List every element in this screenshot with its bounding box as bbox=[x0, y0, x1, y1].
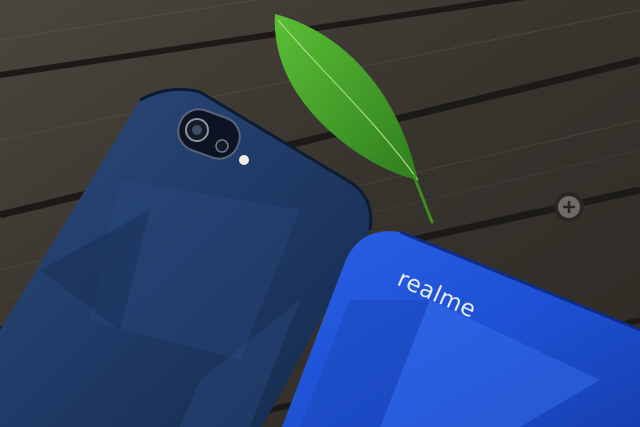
photo-scene: realme bbox=[0, 0, 640, 427]
flash bbox=[239, 155, 249, 165]
photo-canvas bbox=[0, 0, 640, 427]
screw bbox=[554, 192, 584, 222]
